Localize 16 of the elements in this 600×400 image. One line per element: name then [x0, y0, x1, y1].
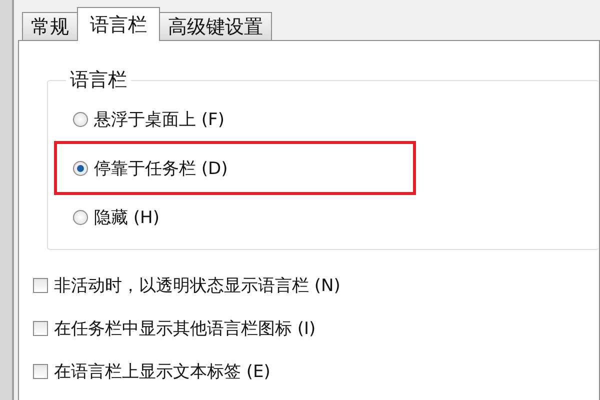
- radio-button[interactable]: [73, 210, 88, 224]
- checkbox[interactable]: [33, 321, 48, 336]
- radio-button[interactable]: [73, 160, 88, 176]
- checkbox-label: 在任务栏中显示其他语言栏图标 (I): [54, 318, 316, 340]
- checkbox[interactable]: [33, 278, 48, 293]
- tab[interactable]: 语言栏: [77, 7, 160, 41]
- checkbox-label: 在语言栏上显示文本标签 (E): [54, 361, 270, 383]
- radio-label: 悬浮于桌面上 (F): [94, 108, 224, 130]
- tab[interactable]: 常规: [22, 12, 78, 40]
- tab[interactable]: 高级键设置: [159, 12, 272, 40]
- radio-button[interactable]: [73, 112, 88, 126]
- checkbox[interactable]: [33, 364, 48, 379]
- group-title: 语言栏: [69, 68, 128, 93]
- radio-label: 停靠于任务栏 (D): [94, 158, 228, 180]
- radio-label: 隐藏 (H): [94, 206, 160, 228]
- checkbox-label: 非活动时，以透明状态显示语言栏 (N): [54, 275, 340, 297]
